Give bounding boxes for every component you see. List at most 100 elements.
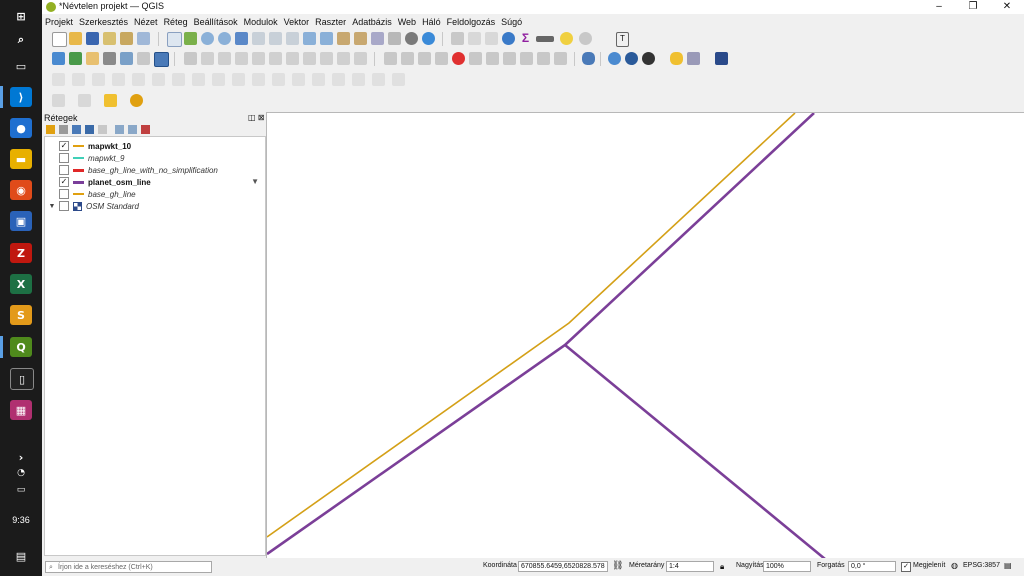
filezilla-icon[interactable]: Z xyxy=(10,243,32,263)
select-features-icon[interactable] xyxy=(52,94,65,107)
title-bar[interactable]: *Névtelen projekt — QGIS – ❐ ✕ xyxy=(42,0,1024,14)
identify-features-icon[interactable] xyxy=(451,32,464,45)
layer-checkbox[interactable] xyxy=(59,201,69,211)
save-edits-icon[interactable] xyxy=(201,52,214,65)
vertex-tool-icon[interactable] xyxy=(235,52,248,65)
layer-diagram-icon[interactable] xyxy=(418,52,431,65)
excel-icon[interactable]: X xyxy=(10,274,32,294)
network-app-icon[interactable]: ▣ xyxy=(10,211,32,231)
layer-checkbox[interactable] xyxy=(59,189,69,199)
filter-legend-icon[interactable] xyxy=(85,125,94,134)
merge-attributes-icon[interactable] xyxy=(352,73,365,86)
zoom-full-icon[interactable] xyxy=(235,32,248,45)
search-icon[interactable]: ⌕ xyxy=(10,30,32,50)
menu-halo[interactable]: Háló xyxy=(419,17,444,27)
scale-field[interactable] xyxy=(666,561,714,572)
new-3d-map-icon[interactable] xyxy=(354,32,367,45)
add-feature-icon[interactable] xyxy=(218,52,231,65)
python-console-icon[interactable] xyxy=(670,52,683,65)
redo-icon[interactable] xyxy=(354,52,367,65)
cut-features-icon[interactable] xyxy=(286,52,299,65)
layer-checkbox[interactable] xyxy=(59,153,69,163)
highlight-labels-icon[interactable] xyxy=(435,52,448,65)
layer-row-osm-standard[interactable]: ▼ OSM Standard xyxy=(45,200,263,212)
maximize-icon[interactable]: ❐ xyxy=(956,0,990,14)
routing-plugin-icon[interactable] xyxy=(642,52,655,65)
menu-reteg[interactable]: Réteg xyxy=(161,17,191,27)
rotation-field[interactable] xyxy=(848,561,896,572)
menu-projekt[interactable]: Projekt xyxy=(42,17,76,27)
spatial-bookmark-icon[interactable] xyxy=(371,32,384,45)
paste-features-icon[interactable] xyxy=(320,52,333,65)
field-calculator-icon[interactable] xyxy=(485,32,498,45)
new-geopackage-icon[interactable] xyxy=(69,52,82,65)
globe-plugin-icon[interactable] xyxy=(625,52,638,65)
map-canvas[interactable] xyxy=(266,112,1024,561)
add-ring-icon[interactable] xyxy=(152,73,165,86)
data-source-manager-icon[interactable] xyxy=(52,52,65,65)
processing-toolbox-icon[interactable] xyxy=(502,32,515,45)
attribute-table-icon[interactable] xyxy=(468,32,481,45)
vscode-icon[interactable]: ⟩ xyxy=(10,87,32,107)
notification-icon[interactable]: ▤ xyxy=(10,546,32,566)
settings-gear-icon[interactable] xyxy=(579,32,592,45)
label-properties-icon[interactable] xyxy=(520,52,533,65)
rotate-label-icon[interactable] xyxy=(486,52,499,65)
delete-ring-icon[interactable] xyxy=(212,73,225,86)
expand-all-icon[interactable] xyxy=(115,125,124,134)
coordinate-field[interactable] xyxy=(518,561,608,572)
layer-row-base-gh-line[interactable]: base_gh_line xyxy=(45,188,263,200)
render-checkbox[interactable]: ✓ xyxy=(901,562,911,572)
pin-labels-icon[interactable] xyxy=(401,52,414,65)
merge-features-icon[interactable] xyxy=(332,73,345,86)
zoom-layer-icon[interactable] xyxy=(269,32,282,45)
web-plugin-icon[interactable] xyxy=(608,52,621,65)
zoom-in-icon[interactable] xyxy=(201,32,214,45)
menu-web[interactable]: Web xyxy=(395,17,419,27)
layer-checkbox[interactable]: ✓ xyxy=(59,141,69,151)
pan-to-selection-icon[interactable] xyxy=(184,32,197,45)
menu-feldolgozas[interactable]: Feldolgozás xyxy=(444,17,499,27)
select-by-expression-icon[interactable] xyxy=(104,94,117,107)
reshape-features-icon[interactable] xyxy=(252,73,265,86)
delete-part-icon[interactable] xyxy=(232,73,245,86)
add-part-icon[interactable] xyxy=(172,73,185,86)
new-spatialite-icon[interactable] xyxy=(103,52,116,65)
zoom-native-icon[interactable] xyxy=(286,32,299,45)
layer-row-mapwkt-10[interactable]: ✓ mapwkt_10 xyxy=(45,140,263,152)
manage-themes-icon[interactable] xyxy=(72,125,81,134)
crs-globe-icon[interactable]: ◍ xyxy=(951,561,958,570)
terminal-icon[interactable]: ▯ xyxy=(10,368,34,390)
menu-modulok[interactable]: Modulok xyxy=(241,17,281,27)
menu-beallitasok[interactable]: Beállítások xyxy=(191,17,241,27)
modify-attributes-icon[interactable] xyxy=(252,52,265,65)
rotate-feature-icon[interactable] xyxy=(112,73,125,86)
add-delimited-text-icon[interactable] xyxy=(120,52,133,65)
locator-search-input[interactable]: ⌕ Írjon ide a kereséshez (Ctrl+K) xyxy=(45,561,212,573)
close-icon[interactable]: ✕ xyxy=(990,0,1024,14)
float-panel-icon[interactable]: ◫ xyxy=(248,113,256,122)
advanced-digitizing-icon[interactable] xyxy=(52,73,65,86)
grid-plugin-icon[interactable] xyxy=(687,52,700,65)
battery-icon[interactable]: ▭ xyxy=(10,480,32,500)
split-features-icon[interactable] xyxy=(292,73,305,86)
metasearch-icon[interactable] xyxy=(715,52,728,65)
windows-start-icon[interactable]: ⊞ xyxy=(10,6,32,26)
pan-map-icon[interactable] xyxy=(167,32,182,47)
new-project-icon[interactable] xyxy=(52,32,67,47)
layer-checkbox[interactable]: ✓ xyxy=(59,177,69,187)
simplify-feature-icon[interactable] xyxy=(132,73,145,86)
rotate-symbols-icon[interactable] xyxy=(372,73,385,86)
style-manager-icon[interactable] xyxy=(137,32,150,45)
zoom-out-icon[interactable] xyxy=(218,32,231,45)
messages-icon[interactable]: ▤ xyxy=(1004,561,1012,570)
undo-icon[interactable] xyxy=(337,52,350,65)
filter-icon[interactable]: ▼ xyxy=(251,177,259,186)
deselect-features-icon[interactable] xyxy=(78,94,91,107)
compass-app-icon[interactable]: ◉ xyxy=(10,180,32,200)
zoom-selection-icon[interactable] xyxy=(252,32,265,45)
open-project-icon[interactable] xyxy=(69,32,82,45)
menu-nezet[interactable]: Nézet xyxy=(131,17,161,27)
zoom-last-icon[interactable] xyxy=(303,32,316,45)
new-map-view-icon[interactable] xyxy=(337,32,350,45)
